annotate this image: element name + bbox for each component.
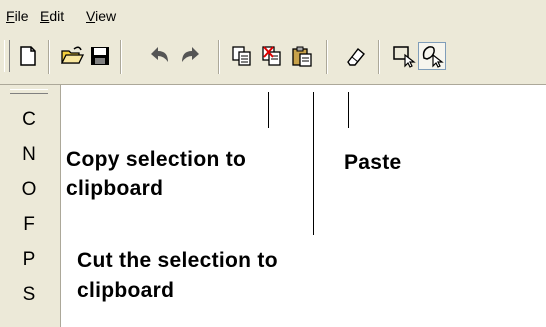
toolbar-separator bbox=[120, 40, 122, 74]
palette-item-s[interactable]: S bbox=[14, 282, 44, 308]
rectangle-select-button[interactable] bbox=[390, 42, 418, 70]
toolbar-grip[interactable] bbox=[4, 40, 10, 72]
rectangle-select-icon bbox=[393, 46, 416, 68]
lasso-select-icon bbox=[422, 46, 444, 68]
paste-icon bbox=[292, 46, 312, 67]
paste-annotation: Paste bbox=[344, 151, 402, 174]
cut-icon bbox=[262, 46, 281, 66]
cut-annotation-line2: clipboard bbox=[77, 279, 175, 302]
open-button[interactable] bbox=[58, 42, 86, 70]
open-folder-icon bbox=[60, 46, 84, 64]
toolbar-separator bbox=[218, 40, 220, 74]
paste-pointer-line bbox=[348, 92, 349, 128]
palette-item-o[interactable]: O bbox=[14, 177, 44, 203]
save-disk-icon bbox=[91, 47, 109, 65]
palette-item-p[interactable]: P bbox=[14, 247, 44, 273]
palette-item-n[interactable]: N bbox=[14, 142, 44, 168]
copy-pointer-line bbox=[268, 92, 269, 128]
lasso-select-button[interactable] bbox=[418, 42, 446, 70]
toolbar-separator bbox=[326, 40, 328, 74]
cut-button[interactable] bbox=[258, 42, 286, 70]
menu-edit[interactable]: Edit bbox=[40, 8, 64, 24]
paste-button[interactable] bbox=[288, 42, 316, 70]
eraser-icon bbox=[347, 47, 365, 66]
undo-button[interactable] bbox=[146, 42, 174, 70]
palette-item-f[interactable]: F bbox=[14, 212, 44, 238]
redo-button[interactable] bbox=[176, 42, 204, 70]
toolbar-separator bbox=[378, 40, 380, 74]
menu-view[interactable]: View bbox=[86, 8, 116, 24]
redo-icon bbox=[182, 47, 199, 62]
palette-grip[interactable] bbox=[10, 89, 48, 94]
eraser-button[interactable] bbox=[342, 42, 370, 70]
copy-icon bbox=[232, 46, 251, 66]
save-button[interactable] bbox=[86, 42, 114, 70]
cut-annotation-line1: Cut the selection to bbox=[77, 249, 278, 272]
copy-button[interactable] bbox=[228, 42, 256, 70]
toolbar-separator bbox=[48, 40, 50, 74]
copy-annotation-line1: Copy selection to bbox=[66, 148, 247, 171]
new-document-icon bbox=[20, 46, 36, 66]
cut-pointer-line bbox=[313, 92, 314, 235]
new-button[interactable] bbox=[14, 42, 42, 70]
toolbar bbox=[0, 30, 546, 85]
menu-bar: File Edit View bbox=[0, 0, 546, 30]
undo-icon bbox=[151, 47, 168, 62]
copy-annotation-line2: clipboard bbox=[66, 177, 164, 200]
menu-file[interactable]: File bbox=[6, 8, 29, 24]
palette-item-c[interactable]: C bbox=[14, 107, 44, 133]
element-palette: C N O F P S bbox=[0, 85, 61, 327]
